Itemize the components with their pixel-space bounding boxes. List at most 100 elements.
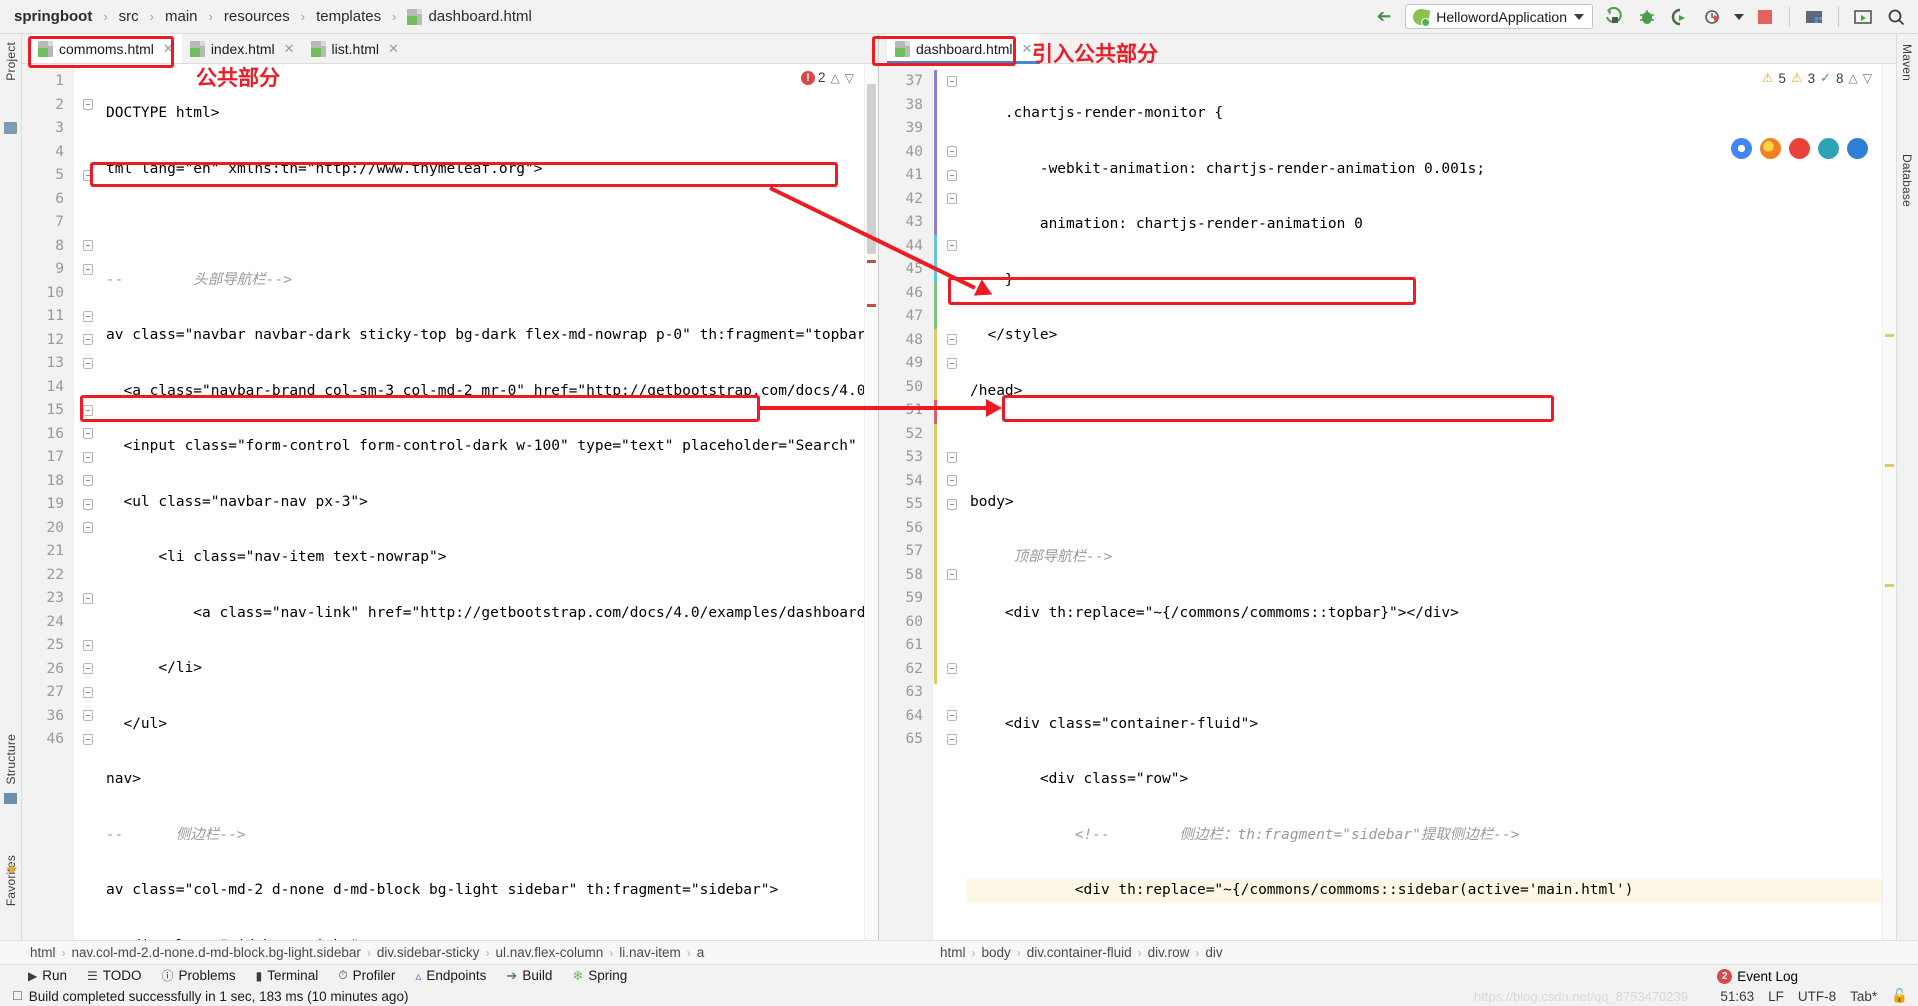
tool-window-project[interactable]: Project [4,42,18,81]
close-icon[interactable]: ✕ [1022,41,1033,57]
breadcrumb-node[interactable]: li.nav-item [619,945,681,960]
browser-preview-icon[interactable] [1851,5,1875,29]
tab-index-html[interactable]: index.html ✕ [182,34,303,63]
tool-button-build[interactable]: ➔ Build [506,968,552,984]
event-log-button[interactable]: 2 Event Log [1717,969,1798,984]
breadcrumb-item-main[interactable]: main [165,8,198,25]
breadcrumb-item-src[interactable]: src [119,8,139,25]
indent-setting[interactable]: Tab* [1850,989,1877,1004]
breadcrumb-node[interactable]: body [982,945,1011,960]
fold-marker[interactable] [74,164,102,188]
breadcrumb-node[interactable]: a [697,945,705,960]
fold-marker[interactable] [74,587,102,611]
fold-marker[interactable] [938,164,966,188]
tool-window-database[interactable]: Database [1900,154,1914,207]
fold-marker[interactable] [74,235,102,259]
fold-marker[interactable] [938,446,966,470]
build-hammer-icon[interactable]: ➔ [1372,5,1396,29]
lock-icon[interactable]: 🔓 [1891,988,1908,1004]
breadcrumb-item-resources[interactable]: resources [224,8,290,25]
breadcrumb-item-templates[interactable]: templates [316,8,381,25]
tab-dashboard-html[interactable]: dashboard.html ✕ [887,34,1041,64]
chrome-icon[interactable] [1731,138,1752,159]
tool-button-terminal[interactable]: ▮ Terminal [256,968,319,983]
fold-marker[interactable] [74,399,102,423]
fold-marker[interactable] [74,728,102,752]
code-viewport-left[interactable]: ! 2 △ ▽ 1 2 3 4 5 6 7 8 9 10 11 12 13 14… [22,64,878,944]
tool-button-problems[interactable]: ⓘ Problems [162,967,236,984]
stop-icon[interactable] [1753,5,1777,29]
breadcrumb-node[interactable]: div.container-fluid [1027,945,1132,960]
code-text-right[interactable]: .chartjs-render-monitor { -webkit-animat… [966,64,1896,944]
error-count-badge[interactable]: ! 2 [801,70,826,85]
breadcrumb-node[interactable]: div.row [1148,945,1190,960]
fold-marker[interactable] [74,658,102,682]
fold-marker[interactable] [938,728,966,752]
fold-marker[interactable] [938,493,966,517]
fold-marker[interactable] [938,329,966,353]
next-problem-icon[interactable]: ▽ [1863,71,1872,85]
edge-icon[interactable] [1847,138,1868,159]
previous-problem-icon[interactable]: △ [1849,71,1858,85]
fold-marker[interactable] [938,564,966,588]
fold-marker[interactable] [74,258,102,282]
fold-marker[interactable] [938,188,966,212]
favorites-star-icon[interactable]: ★ [5,860,18,878]
tool-window-maven[interactable]: Maven [1900,44,1914,81]
code-viewport-right[interactable]: ⚠ 5 ⚠ 3 ✓ 8 △ ▽ 37 38 39 40 41 42 43 44 … [879,64,1896,944]
fold-marker[interactable] [938,141,966,165]
profile-icon[interactable] [1701,5,1725,29]
project-structure-icon[interactable] [1802,5,1826,29]
line-separator[interactable]: LF [1768,989,1784,1004]
fold-marker[interactable] [74,446,102,470]
tool-button-profiler[interactable]: ⏱ Profiler [338,968,395,983]
search-icon[interactable] [1884,5,1908,29]
run-configuration-selector[interactable]: HellowordApplication [1405,4,1593,29]
more-run-options-chevron-icon[interactable] [1734,13,1744,20]
project-panel-icon[interactable] [4,122,17,134]
previous-problem-icon[interactable]: △ [831,71,840,85]
close-icon[interactable]: ✕ [163,41,174,57]
file-encoding[interactable]: UTF-8 [1798,989,1836,1004]
code-folding-gutter-left[interactable] [74,64,102,944]
structure-panel-icon[interactable] [4,793,17,804]
tool-button-todo[interactable]: ☰ TODO [87,968,142,983]
firefox-icon[interactable] [1760,138,1781,159]
fold-marker[interactable] [74,681,102,705]
fold-marker[interactable] [74,423,102,447]
fold-marker[interactable] [938,705,966,729]
fold-marker[interactable] [74,517,102,541]
tab-list-html[interactable]: list.html ✕ [303,34,407,63]
run-icon[interactable] [1602,5,1626,29]
fold-marker[interactable] [938,470,966,494]
tool-window-structure[interactable]: Structure [4,734,18,785]
edge-legacy-icon[interactable] [1818,138,1839,159]
fold-marker[interactable] [74,493,102,517]
fold-marker[interactable] [74,470,102,494]
close-icon[interactable]: ✕ [388,41,399,57]
fold-marker[interactable] [74,94,102,118]
fold-marker[interactable] [938,352,966,376]
fold-marker[interactable] [74,352,102,376]
breadcrumb-item-project[interactable]: springboot [14,8,92,25]
tab-commoms-html[interactable]: commoms.html ✕ [30,34,182,63]
tool-button-spring[interactable]: ❄ Spring [572,968,627,984]
breadcrumb-item-file[interactable]: dashboard.html [428,8,531,25]
next-problem-icon[interactable]: ▽ [845,71,854,85]
chevron-down-icon[interactable] [1574,13,1584,20]
fold-marker[interactable] [74,634,102,658]
code-text-left[interactable]: DOCTYPE html> tml lang="en" xmlns:th="ht… [102,64,878,944]
scrollbar-left[interactable] [864,64,878,944]
breadcrumb-node[interactable]: div.sidebar-sticky [377,945,480,960]
tool-button-run[interactable]: ▶ Run [28,968,67,983]
tool-button-endpoints[interactable]: ▵ Endpoints [415,968,486,983]
caret-position[interactable]: 51:63 [1720,989,1754,1004]
breadcrumb-node[interactable]: nav.col-md-2.d-none.d-md-block.bg-light.… [72,945,361,960]
close-icon[interactable]: ✕ [284,41,295,57]
fold-marker[interactable] [938,235,966,259]
fold-marker[interactable] [74,305,102,329]
run-with-coverage-icon[interactable] [1668,5,1692,29]
fold-marker[interactable] [938,658,966,682]
scrollbar-right[interactable] [1882,64,1896,944]
breadcrumb-node[interactable]: ul.nav.flex-column [495,945,603,960]
